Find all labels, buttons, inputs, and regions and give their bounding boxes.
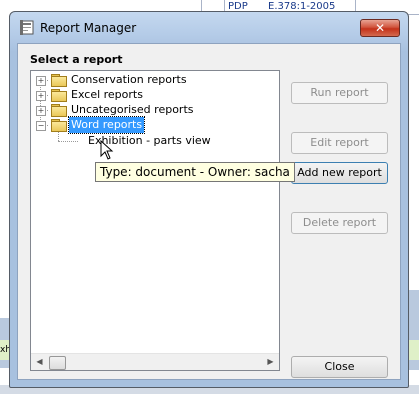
report-tooltip: Type: document - Owner: sacha [95,162,295,182]
tree-item-label: Conservation reports [71,73,187,86]
edit-report-button[interactable]: Edit report [291,132,388,154]
minus-box-icon[interactable]: − [36,121,46,131]
tree-folder-excel-reports[interactable]: + Excel reports [31,87,271,103]
folder-icon [51,104,67,117]
scrollbar-thumb[interactable] [49,356,66,370]
close-icon: ✕ [374,21,386,35]
horizontal-scrollbar[interactable]: ◀ ▶ [31,353,279,370]
tree-item-label: Uncategorised reports [71,103,194,116]
report-manager-dialog: Report Manager ✕ Select a report + Conse… [9,11,409,388]
tree-item-label: Excel reports [71,88,143,101]
plus-box-icon[interactable]: + [36,106,46,116]
report-tree[interactable]: + Conservation reports + Excel reports +… [30,70,280,371]
tree-folder-word-reports[interactable]: − Word reports [31,116,271,134]
scroll-right-icon[interactable]: ▶ [262,354,279,371]
tree-report-item[interactable]: Exhibition - parts view [31,133,271,149]
section-label: Select a report [30,53,123,66]
tree-item-label: Word reports [67,116,146,134]
close-button[interactable]: Close [291,356,388,378]
delete-report-button[interactable]: Delete report [291,212,388,234]
tree-folder-uncategorised-reports[interactable]: + Uncategorised reports [31,102,271,118]
add-new-report-button[interactable]: Add new report [291,162,388,184]
plus-box-icon[interactable]: + [36,91,46,101]
title-bar[interactable]: Report Manager ✕ [10,12,408,42]
dialog-body: Select a report + Conservation reports +… [17,43,401,380]
folder-open-icon [51,119,67,132]
window-title: Report Manager [40,21,137,35]
run-report-button[interactable]: Run report [291,82,388,104]
mouse-pointer-icon [100,140,114,160]
scroll-left-icon[interactable]: ◀ [31,354,48,371]
folder-icon [51,74,67,87]
report-manager-icon [20,20,34,35]
tree-folder-conservation-reports[interactable]: + Conservation reports [31,72,271,88]
plus-box-icon[interactable]: + [36,76,46,86]
folder-icon [51,89,67,102]
close-window-button[interactable]: ✕ [360,19,400,37]
